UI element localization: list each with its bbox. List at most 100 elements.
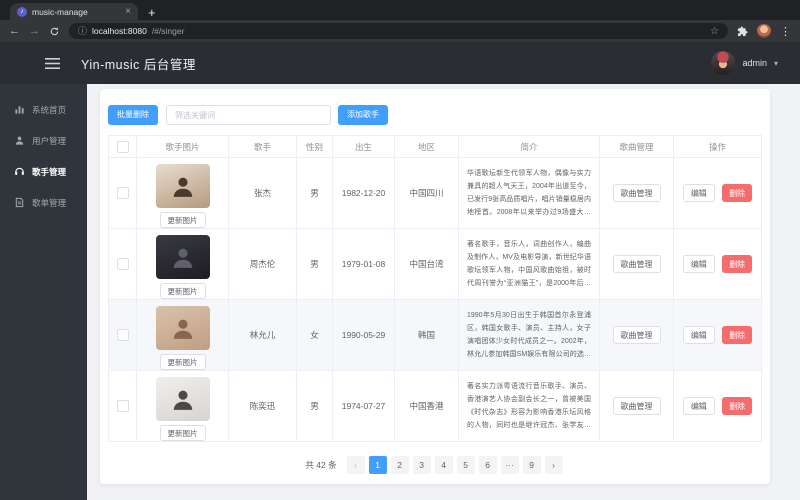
singer-photo <box>155 377 210 421</box>
browser-toolbar: ← → ⓘ localhost:8080 /#/singer ☆ ⋮ <box>0 20 800 42</box>
singer-photo <box>155 164 210 208</box>
edit-button[interactable]: 编辑 <box>682 326 715 344</box>
add-singer-button[interactable]: 添加歌手 <box>338 105 388 125</box>
bookmark-star-icon[interactable]: ☆ <box>710 26 719 37</box>
user-menu[interactable]: admin ▾ <box>711 51 778 75</box>
edit-button[interactable]: 编辑 <box>682 255 715 273</box>
page-button-5[interactable]: 5 <box>456 456 475 474</box>
page-button-3[interactable]: 3 <box>412 456 431 474</box>
sidebar-item-home[interactable]: 系统首页 <box>0 94 87 125</box>
batch-delete-button[interactable]: 批量删除 <box>108 105 158 125</box>
song-manage-button[interactable]: 歌曲管理 <box>612 326 661 344</box>
row-checkbox[interactable] <box>116 258 129 270</box>
user-avatar <box>711 51 736 75</box>
edit-button[interactable]: 编辑 <box>682 397 715 415</box>
app-title: Yin-music 后台管理 <box>81 57 196 72</box>
table-toolbar: 批量删除 添加歌手 <box>100 89 770 135</box>
singer-name: 陈奕迅 <box>228 370 297 442</box>
bar-chart-icon <box>15 106 24 114</box>
column-header-singer: 歌手 <box>228 135 297 158</box>
row-checkbox[interactable] <box>116 329 129 341</box>
singer-name: 周杰伦 <box>228 228 297 300</box>
info-icon[interactable]: ⓘ <box>78 26 87 36</box>
column-header-intro: 简介 <box>458 135 600 158</box>
tab-strip: ♪ music-manage × + <box>0 0 800 20</box>
page-button-9[interactable]: 9 <box>522 456 541 474</box>
singer-intro: 著名歌手，音乐人，词曲创作人，编曲及制作人，MV及电影导演，新世纪华语歌坛领军人… <box>467 241 591 287</box>
singer-photo <box>155 306 210 350</box>
singer-gender: 女 <box>296 299 333 371</box>
site-favicon-icon: ♪ <box>17 6 27 17</box>
chevron-down-icon: ▾ <box>773 58 778 68</box>
omnibox[interactable]: ⓘ localhost:8080 /#/singer ☆ <box>69 23 728 39</box>
sidebar-item-label: 用户管理 <box>32 135 67 146</box>
table-row: 更新图片 陈奕迅 男 1974-07-27 中国香港 著名实力派粤语流行音乐歌手… <box>108 370 762 442</box>
page-button-4[interactable]: 4 <box>434 456 453 474</box>
headset-icon <box>15 167 24 175</box>
singer-gender: 男 <box>296 157 333 229</box>
reload-button[interactable] <box>49 26 60 37</box>
back-button[interactable]: ← <box>9 25 20 37</box>
sidebar-item-singers[interactable]: 歌手管理 <box>0 156 87 187</box>
page-button-6[interactable]: 6 <box>478 456 497 474</box>
row-checkbox[interactable] <box>116 187 129 199</box>
tab-close-icon[interactable]: × <box>125 6 131 17</box>
delete-button[interactable]: 删除 <box>722 255 753 273</box>
singer-region: 中国四川 <box>394 157 459 229</box>
document-icon <box>15 197 24 208</box>
song-manage-button[interactable]: 歌曲管理 <box>612 255 661 273</box>
page-ellipsis-button[interactable]: ··· <box>500 456 519 474</box>
song-manage-button[interactable]: 歌曲管理 <box>612 184 661 202</box>
song-manage-button[interactable]: 歌曲管理 <box>612 397 661 415</box>
prev-page-button[interactable]: ‹ <box>346 456 365 474</box>
tab-title: music-manage <box>32 6 88 17</box>
pagination-total: 共 42 条 <box>305 460 337 470</box>
search-input[interactable] <box>166 105 331 125</box>
column-header-actions: 操作 <box>673 135 762 158</box>
workspace: 系统首页 用户管理 歌手管理 歌单管理 批量删除 添加歌手 <box>0 84 800 500</box>
content-card: 批量删除 添加歌手 歌手图片 歌手 性别 <box>100 89 770 484</box>
singer-intro: 著名实力派粤语流行音乐歌手、演员、香港演艺人协会副会长之一，曾被美国《时代杂志》… <box>467 383 591 429</box>
column-header-region: 地区 <box>394 135 459 158</box>
singer-table: 歌手图片 歌手 性别 出生 地区 简介 歌曲管理 操作 更新图片 张杰 男 19… <box>108 135 762 442</box>
browser-tab[interactable]: ♪ music-manage × <box>10 3 138 20</box>
singer-intro: 华语歌坛新生代领军人物，偶像与实力兼具的超人气天王，2004年出道至今，已发行9… <box>467 170 591 216</box>
extensions-icon[interactable] <box>737 25 748 37</box>
delete-button[interactable]: 删除 <box>722 184 753 202</box>
app-header: Yin-music 后台管理 admin ▾ <box>0 42 800 84</box>
column-header-gender: 性别 <box>296 135 333 158</box>
singer-photo <box>155 235 210 279</box>
screen: ♪ music-manage × + ← → ⓘ localhost:8080 … <box>0 0 800 500</box>
singer-birth: 1974-07-27 <box>332 370 395 442</box>
column-header-songs: 歌曲管理 <box>599 135 674 158</box>
update-image-button[interactable]: 更新图片 <box>159 283 206 299</box>
singer-birth: 1979-01-08 <box>332 228 395 300</box>
singer-region: 韩国 <box>394 299 459 371</box>
singer-intro: 1990年5月30日出生于韩国首尔永登浦区，韩国女歌手、演员、主持人，女子演唱团… <box>467 312 591 358</box>
browser-menu-icon[interactable]: ⋮ <box>780 25 791 38</box>
update-image-button[interactable]: 更新图片 <box>159 425 206 441</box>
hamburger-icon[interactable] <box>45 57 60 69</box>
singer-birth: 1982-12-20 <box>332 157 395 229</box>
update-image-button[interactable]: 更新图片 <box>159 354 206 370</box>
select-all-checkbox[interactable] <box>116 140 129 153</box>
update-image-button[interactable]: 更新图片 <box>159 212 206 228</box>
page-button-2[interactable]: 2 <box>390 456 409 474</box>
forward-button[interactable]: → <box>29 25 40 37</box>
sidebar-item-playlists[interactable]: 歌单管理 <box>0 187 87 218</box>
row-checkbox[interactable] <box>116 400 129 412</box>
table-row: 更新图片 林允儿 女 1990-05-29 韩国 1990年5月30日出生于韩国… <box>108 299 762 371</box>
delete-button[interactable]: 删除 <box>722 326 753 344</box>
delete-button[interactable]: 删除 <box>722 397 753 415</box>
browser-profile-avatar[interactable] <box>757 24 771 38</box>
next-page-button[interactable]: › <box>544 456 563 474</box>
sidebar-item-users[interactable]: 用户管理 <box>0 125 87 156</box>
singer-name: 张杰 <box>228 157 297 229</box>
sidebar-item-label: 系统首页 <box>32 104 67 115</box>
sidebar: 系统首页 用户管理 歌手管理 歌单管理 <box>0 84 87 500</box>
singer-gender: 男 <box>296 228 333 300</box>
singer-birth: 1990-05-29 <box>332 299 395 371</box>
edit-button[interactable]: 编辑 <box>682 184 715 202</box>
page-button-1[interactable]: 1 <box>368 456 387 474</box>
new-tab-button[interactable]: + <box>148 5 156 20</box>
